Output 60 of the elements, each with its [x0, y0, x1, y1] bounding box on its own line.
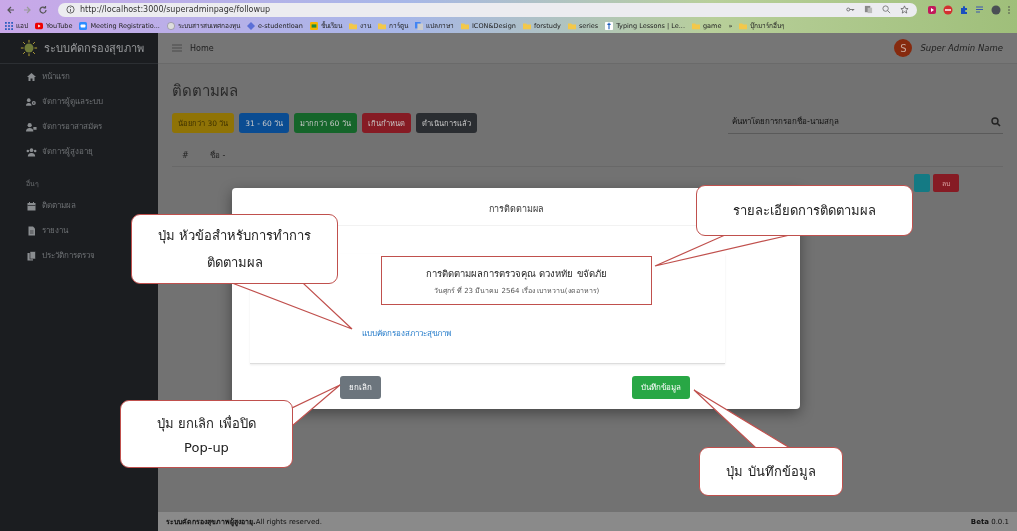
- board-icon: [309, 22, 318, 30]
- cancel-button[interactable]: ยกเลิก: [340, 376, 381, 399]
- users-icon: [26, 146, 37, 157]
- sidebar-item[interactable]: จัดการผู้ดูแลระบบ: [0, 89, 129, 114]
- users-gear-icon: [26, 96, 37, 107]
- breadcrumb-link[interactable]: Home: [190, 43, 214, 53]
- file-icon: [26, 225, 37, 236]
- back-icon[interactable]: [6, 4, 16, 15]
- letter-icon: [605, 22, 614, 30]
- documents-icon: [26, 250, 37, 261]
- translate-icon: [414, 22, 423, 30]
- menu-icon[interactable]: [1007, 4, 1011, 15]
- search-icon[interactable]: [991, 117, 1001, 127]
- sidebar-item[interactable]: รายงาน: [0, 218, 94, 243]
- address-bar[interactable]: http://localhost:3000/superadminpage/followup: [58, 2, 917, 17]
- detail-title: การติดตามผลการตรวจคุณ ดวงหทัย ขจัดภัย: [426, 266, 607, 281]
- column-header: ชื่อ -: [210, 149, 226, 162]
- search-field[interactable]: ค้นหาโดยการกรอกชื่อ-นามสกุล: [728, 114, 991, 130]
- callout-text: ปุ่ม ยกเลิก เพื่อปิด: [157, 414, 256, 434]
- folder-icon: [377, 22, 386, 30]
- folder-icon: [348, 22, 357, 30]
- reload-icon[interactable]: [38, 4, 48, 15]
- translate-icon[interactable]: [864, 5, 873, 14]
- callout-text: ติดตามผล: [206, 254, 263, 272]
- zoom-icon[interactable]: [882, 5, 891, 14]
- user-icon: [26, 121, 37, 132]
- folder-icon: [522, 22, 531, 30]
- callout-text: Pop-up: [184, 440, 229, 455]
- star-icon[interactable]: [900, 5, 909, 14]
- stop-sign-icon[interactable]: [943, 4, 953, 15]
- calendar-icon: [26, 200, 37, 211]
- diamond-icon: [246, 22, 255, 30]
- user-avatar[interactable]: S: [894, 39, 913, 57]
- video-camera-icon: [79, 22, 88, 30]
- profile-avatar-icon[interactable]: [991, 4, 1001, 15]
- sidebar-item[interactable]: จัดการอาสาสมัคร: [0, 114, 128, 139]
- playlist-icon[interactable]: [975, 4, 985, 15]
- sidebar-item[interactable]: ติดตามผล: [0, 193, 102, 218]
- user-name: Super Admin Name: [920, 43, 1003, 53]
- callout-text: ปุ่ม หัวข้อสำหรับการทำการ: [157, 227, 312, 246]
- info-icon[interactable]: [66, 5, 75, 14]
- key-icon[interactable]: [846, 5, 855, 14]
- page-title: ติดตามผล: [172, 81, 239, 102]
- folder-icon: [460, 22, 469, 30]
- sidebar-item[interactable]: หน้าแรก: [0, 64, 96, 89]
- folder-icon: [567, 22, 576, 30]
- folder-icon: [691, 22, 700, 30]
- form-link[interactable]: แบบคัดกรองสภาวะสุขภาพ: [362, 327, 451, 340]
- puzzle-icon[interactable]: [959, 4, 969, 15]
- folder-icon: [739, 22, 748, 30]
- home-icon: [26, 71, 37, 82]
- sidebar-item[interactable]: จัดการผู้สูงอายุ: [0, 139, 119, 164]
- column-header: #: [181, 150, 190, 160]
- play-icon: [35, 22, 43, 30]
- extension-icon[interactable]: [927, 4, 937, 15]
- callout-text: ปุ่ม บันทึกข้อมูล: [726, 463, 816, 482]
- apps-grid-icon: [5, 22, 13, 30]
- brand-title: ระบบคัดกรองสุขภาพ: [44, 41, 144, 57]
- logo-icon: [20, 39, 38, 57]
- sidebar-item[interactable]: ประวัติการตรวจ: [0, 243, 121, 268]
